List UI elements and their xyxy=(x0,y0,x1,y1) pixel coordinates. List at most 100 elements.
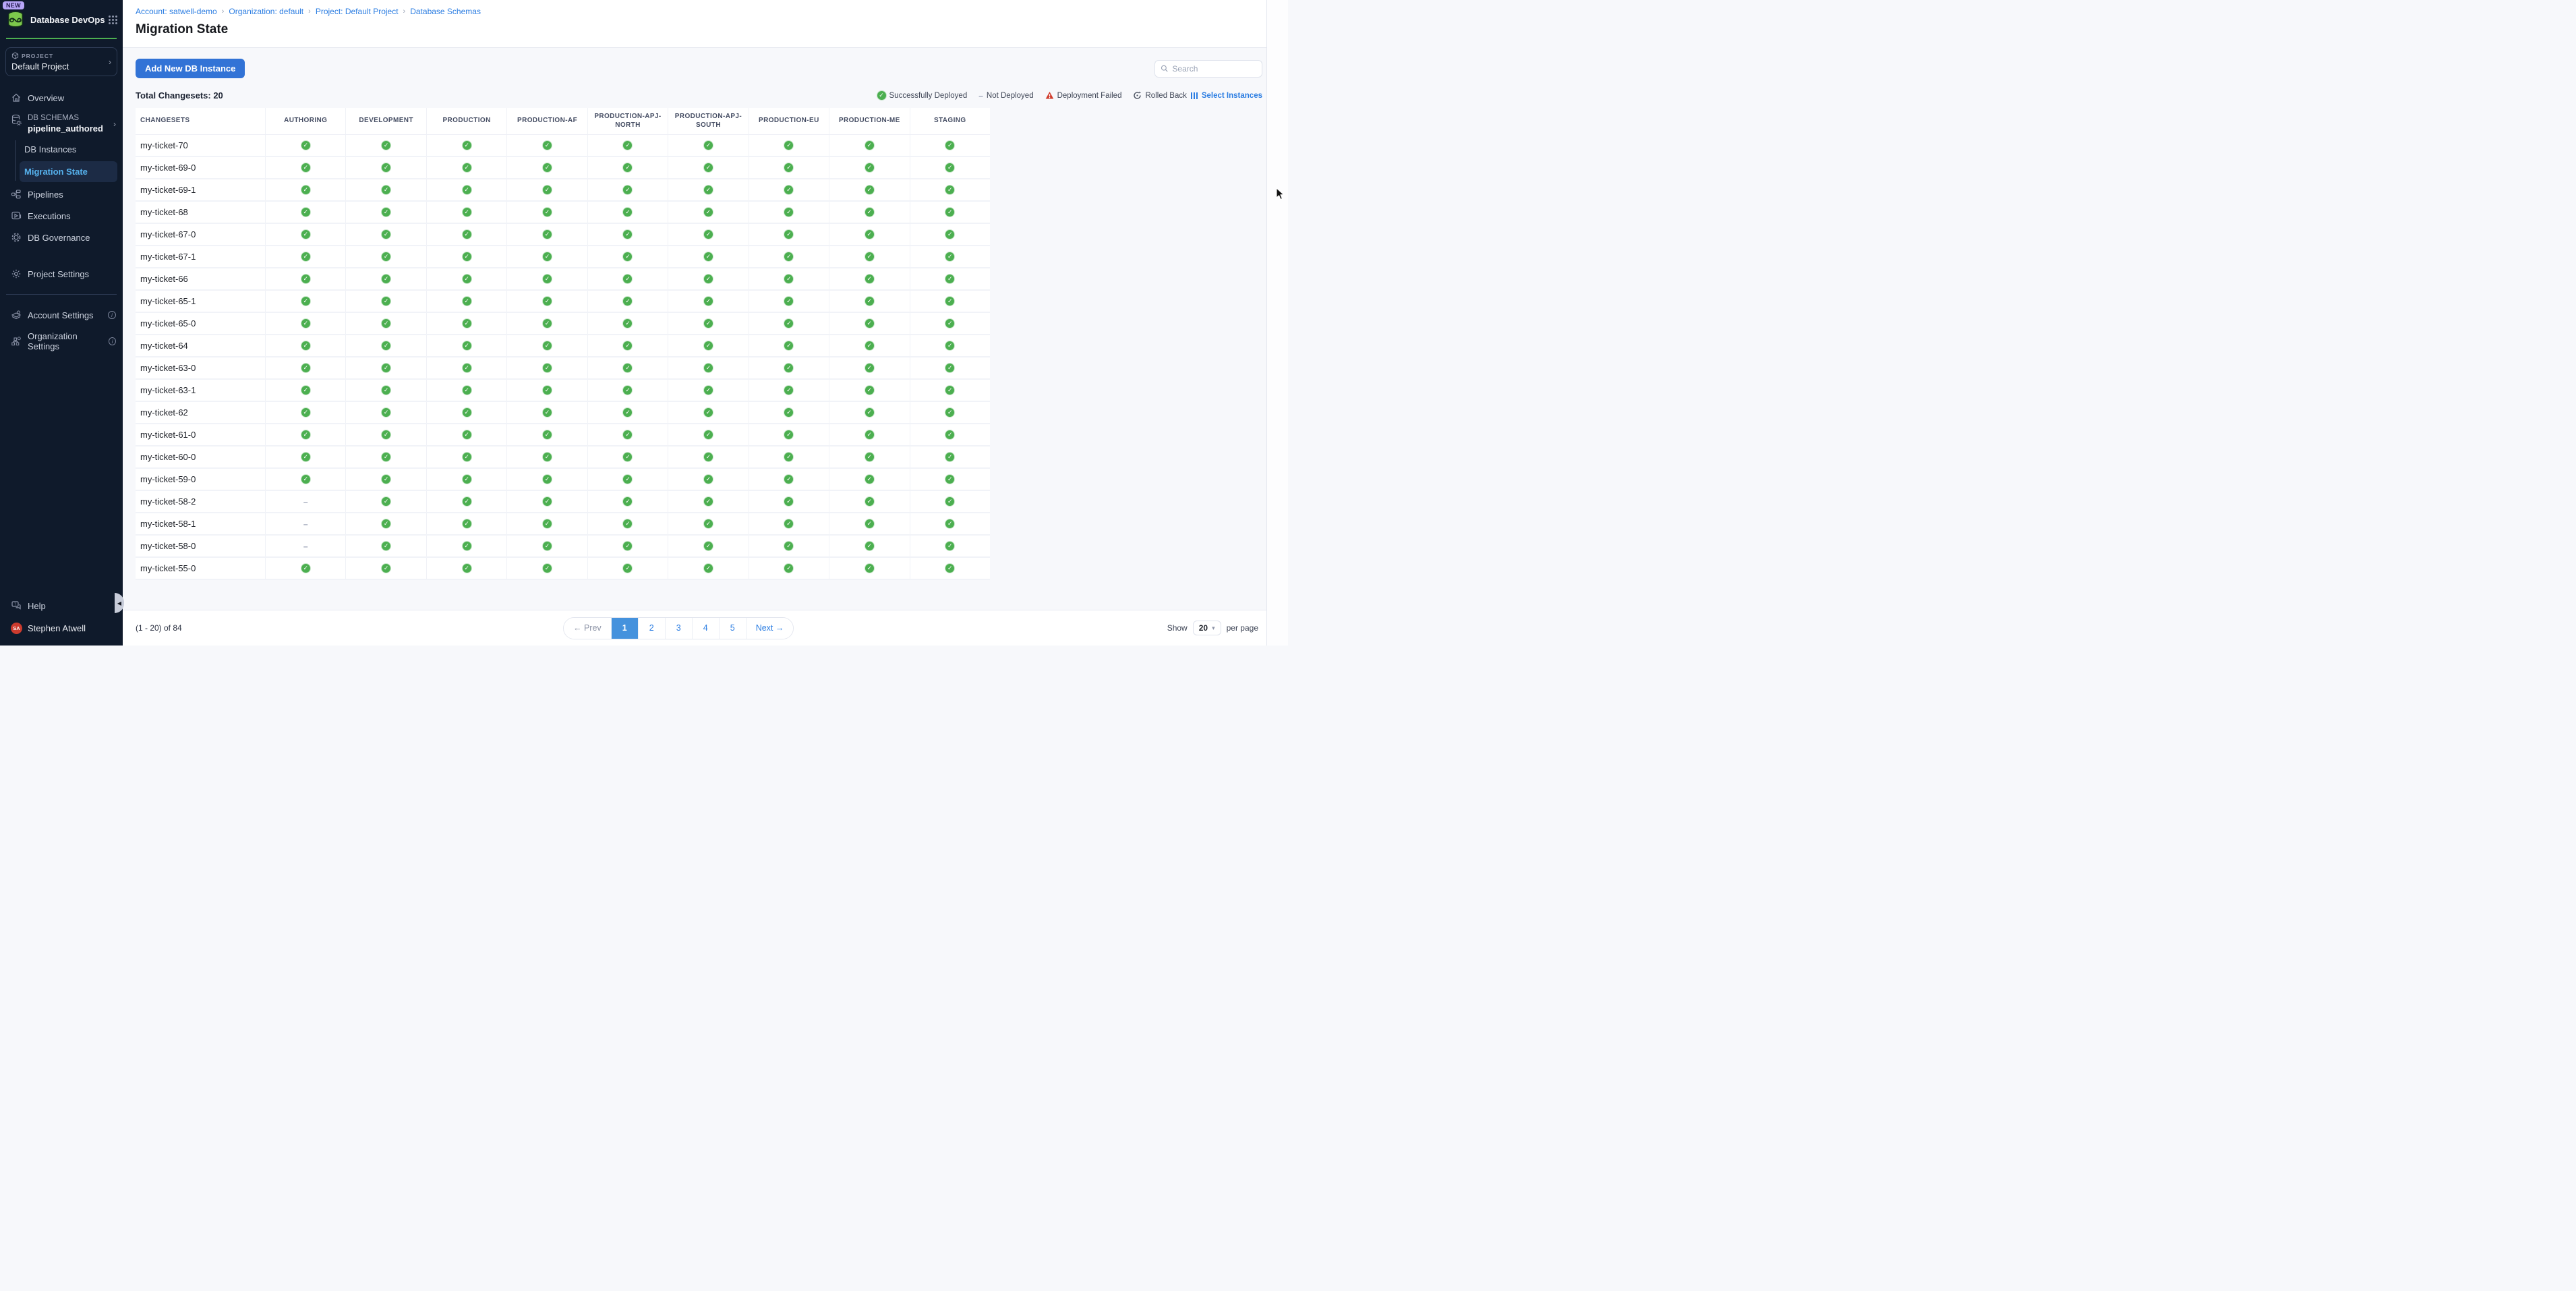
next-page-button[interactable]: Next → xyxy=(746,618,794,639)
page-button-2[interactable]: 2 xyxy=(638,618,665,639)
status-cell[interactable]: ✓ xyxy=(910,447,990,467)
status-cell[interactable]: ✓ xyxy=(506,380,587,401)
status-cell[interactable]: ✓ xyxy=(345,513,426,534)
add-db-instance-button[interactable]: Add New DB Instance xyxy=(136,59,245,78)
status-cell[interactable]: ✓ xyxy=(426,246,506,267)
status-cell[interactable]: ✓ xyxy=(668,491,748,512)
status-cell[interactable]: ✓ xyxy=(587,335,668,356)
status-cell[interactable]: ✓ xyxy=(749,447,829,467)
status-cell[interactable]: ✓ xyxy=(587,157,668,178)
status-cell[interactable]: ✓ xyxy=(265,380,345,401)
status-cell[interactable]: ✓ xyxy=(749,246,829,267)
status-cell[interactable]: – xyxy=(265,513,345,534)
status-cell[interactable]: ✓ xyxy=(345,357,426,378)
status-cell[interactable]: ✓ xyxy=(668,424,748,445)
status-cell[interactable]: ✓ xyxy=(426,491,506,512)
status-cell[interactable]: ✓ xyxy=(749,469,829,490)
status-cell[interactable]: ✓ xyxy=(749,558,829,579)
status-cell[interactable]: ✓ xyxy=(345,380,426,401)
status-cell[interactable]: ✓ xyxy=(426,268,506,289)
status-cell[interactable]: ✓ xyxy=(426,179,506,200)
status-cell[interactable]: ✓ xyxy=(749,491,829,512)
page-button-5[interactable]: 5 xyxy=(719,618,746,639)
status-cell[interactable]: ✓ xyxy=(265,291,345,312)
status-cell[interactable]: ✓ xyxy=(749,513,829,534)
status-cell[interactable]: ✓ xyxy=(829,380,909,401)
status-cell[interactable]: ✓ xyxy=(749,135,829,156)
status-cell[interactable]: ✓ xyxy=(829,224,909,245)
status-cell[interactable]: ✓ xyxy=(265,447,345,467)
status-cell[interactable]: ✓ xyxy=(749,380,829,401)
status-cell[interactable]: ✓ xyxy=(265,558,345,579)
status-cell[interactable]: ✓ xyxy=(668,313,748,334)
status-cell[interactable]: ✓ xyxy=(587,402,668,423)
status-cell[interactable]: ✓ xyxy=(829,202,909,223)
status-cell[interactable]: ✓ xyxy=(506,536,587,556)
status-cell[interactable]: ✓ xyxy=(506,157,587,178)
breadcrumb-link[interactable]: Organization: default xyxy=(229,7,303,16)
status-cell[interactable]: ✓ xyxy=(265,268,345,289)
status-cell[interactable]: ✓ xyxy=(910,558,990,579)
status-cell[interactable]: ✓ xyxy=(506,447,587,467)
status-cell[interactable]: ✓ xyxy=(749,291,829,312)
status-cell[interactable]: ✓ xyxy=(345,491,426,512)
status-cell[interactable]: ✓ xyxy=(668,246,748,267)
status-cell[interactable]: ✓ xyxy=(829,447,909,467)
status-cell[interactable]: ✓ xyxy=(829,135,909,156)
status-cell[interactable]: ✓ xyxy=(265,179,345,200)
status-cell[interactable]: ✓ xyxy=(910,424,990,445)
status-cell[interactable]: ✓ xyxy=(910,179,990,200)
status-cell[interactable]: ✓ xyxy=(749,179,829,200)
status-cell[interactable]: ✓ xyxy=(749,335,829,356)
status-cell[interactable]: ✓ xyxy=(345,224,426,245)
status-cell[interactable]: ✓ xyxy=(426,357,506,378)
status-cell[interactable]: ✓ xyxy=(587,224,668,245)
status-cell[interactable]: ✓ xyxy=(668,202,748,223)
status-cell[interactable]: ✓ xyxy=(506,224,587,245)
status-cell[interactable]: ✓ xyxy=(829,357,909,378)
status-cell[interactable]: ✓ xyxy=(587,135,668,156)
search-box[interactable] xyxy=(1154,60,1262,78)
status-cell[interactable]: ✓ xyxy=(910,491,990,512)
sidebar-item-organization-settings[interactable]: Organization Settings i xyxy=(0,326,123,357)
status-cell[interactable]: ✓ xyxy=(345,402,426,423)
status-cell[interactable]: ✓ xyxy=(506,313,587,334)
status-cell[interactable]: ✓ xyxy=(506,135,587,156)
status-cell[interactable]: ✓ xyxy=(668,291,748,312)
status-cell[interactable]: ✓ xyxy=(506,558,587,579)
status-cell[interactable]: ✓ xyxy=(345,469,426,490)
status-cell[interactable]: ✓ xyxy=(587,424,668,445)
status-cell[interactable]: ✓ xyxy=(345,268,426,289)
status-cell[interactable]: ✓ xyxy=(910,536,990,556)
status-cell[interactable]: ✓ xyxy=(829,246,909,267)
status-cell[interactable]: ✓ xyxy=(749,268,829,289)
status-cell[interactable]: ✓ xyxy=(265,313,345,334)
search-input[interactable] xyxy=(1172,64,1256,74)
status-cell[interactable]: ✓ xyxy=(668,179,748,200)
apps-grid-icon[interactable] xyxy=(109,16,117,24)
status-cell[interactable]: ✓ xyxy=(749,536,829,556)
status-cell[interactable]: ✓ xyxy=(910,380,990,401)
status-cell[interactable]: ✓ xyxy=(265,135,345,156)
breadcrumb-link[interactable]: Account: satwell-demo xyxy=(136,7,217,16)
status-cell[interactable]: ✓ xyxy=(265,246,345,267)
status-cell[interactable]: ✓ xyxy=(506,513,587,534)
status-cell[interactable]: ✓ xyxy=(345,157,426,178)
status-cell[interactable]: ✓ xyxy=(749,402,829,423)
status-cell[interactable]: ✓ xyxy=(506,335,587,356)
status-cell[interactable]: ✓ xyxy=(506,268,587,289)
breadcrumb-link[interactable]: Database Schemas xyxy=(410,7,481,16)
status-cell[interactable]: ✓ xyxy=(668,357,748,378)
scrollbar-gutter[interactable] xyxy=(1266,0,1288,646)
sidebar-item-db-governance[interactable]: DB Governance xyxy=(0,227,123,248)
status-cell[interactable]: ✓ xyxy=(426,313,506,334)
status-cell[interactable]: ✓ xyxy=(345,291,426,312)
status-cell[interactable]: ✓ xyxy=(345,246,426,267)
status-cell[interactable]: ✓ xyxy=(668,268,748,289)
sidebar-item-migration-state[interactable]: Migration State xyxy=(20,161,117,182)
info-icon[interactable]: i xyxy=(108,311,116,319)
status-cell[interactable]: ✓ xyxy=(506,179,587,200)
status-cell[interactable]: ✓ xyxy=(426,558,506,579)
status-cell[interactable]: ✓ xyxy=(345,558,426,579)
status-cell[interactable]: ✓ xyxy=(265,335,345,356)
